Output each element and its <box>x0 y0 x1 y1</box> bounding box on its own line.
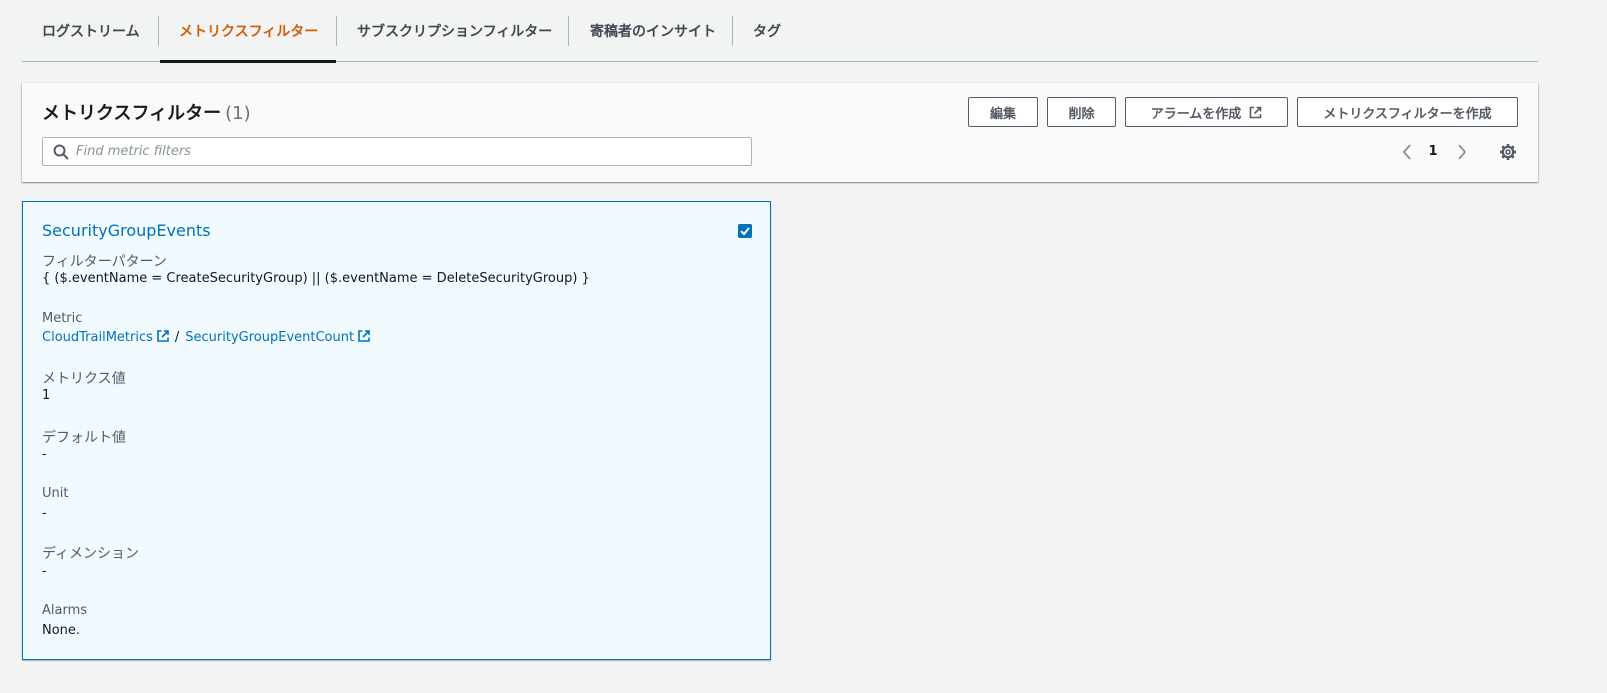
gear-icon[interactable] <box>1498 141 1518 163</box>
metric-filters-header: メトリクスフィルター(1) 編集 削除 アラームを作成 メトリクスフィルターを作… <box>22 82 1538 182</box>
metric-filter-card[interactable]: SecurityGroupEvents フィルターパターン { ($.event… <box>22 201 771 660</box>
alarms-label: Alarms <box>42 603 88 618</box>
chevron-left-icon[interactable] <box>1398 141 1416 163</box>
metric-name-link[interactable]: SecurityGroupEventCount <box>185 330 354 345</box>
checkbox-checked-icon[interactable] <box>738 224 752 238</box>
metric-separator: / <box>174 330 180 345</box>
create-metric-filter-button[interactable]: メトリクスフィルターを作成 <box>1297 97 1518 127</box>
chevron-right-icon[interactable] <box>1453 141 1471 163</box>
tab-log-streams[interactable]: ログストリーム <box>42 0 140 62</box>
tab-subscription-filters[interactable]: サブスクリプションフィルター <box>357 0 552 62</box>
external-link-icon <box>358 330 370 342</box>
page-title-text: メトリクスフィルター <box>42 103 222 124</box>
metric-filter-name[interactable]: SecurityGroupEvents <box>42 221 211 240</box>
default-value-label: デフォルト値 <box>42 430 126 446</box>
dimensions-label: ディメンション <box>42 546 140 562</box>
external-link-icon <box>1250 106 1262 118</box>
filter-count: (1) <box>225 103 251 124</box>
page-title: メトリクスフィルター (1) <box>42 99 251 125</box>
unit-value: - <box>42 506 47 521</box>
tab-divider <box>732 16 733 46</box>
tab-divider <box>568 16 569 46</box>
delete-button[interactable]: 削除 <box>1047 97 1116 127</box>
metric-value-value: 1 <box>42 388 51 403</box>
default-value-value: - <box>42 447 47 462</box>
page: ログストリーム メトリクスフィルター サブスクリプションフィルター 寄稿者のイン… <box>0 0 1607 693</box>
alarms-value: None. <box>42 623 81 638</box>
tab-tags[interactable]: タグ <box>753 0 781 62</box>
dimensions-value: - <box>42 564 47 579</box>
tab-bar: ログストリーム メトリクスフィルター サブスクリプションフィルター 寄稿者のイン… <box>22 0 1538 63</box>
search-input[interactable] <box>76 138 736 165</box>
filter-pattern-label: フィルターパターン <box>42 254 167 270</box>
create-alarm-button[interactable]: アラームを作成 <box>1125 97 1288 127</box>
metric-label: Metric <box>42 311 83 326</box>
search-box <box>42 137 752 166</box>
unit-label: Unit <box>42 486 69 501</box>
edit-button[interactable]: 編集 <box>968 97 1038 127</box>
tab-contributor-insights[interactable]: 寄稿者のインサイト <box>590 0 716 62</box>
tab-metric-filters[interactable]: メトリクスフィルター <box>160 0 336 63</box>
search-icon <box>53 144 69 160</box>
metric-value: CloudTrailMetrics / SecurityGroupEventCou… <box>42 330 370 345</box>
metric-value-label: メトリクス値 <box>42 371 126 387</box>
create-alarm-label: アラームを作成 <box>1150 106 1242 122</box>
filter-pattern-value: { ($.eventName = CreateSecurityGroup) ||… <box>42 271 590 286</box>
tab-divider <box>336 16 337 46</box>
metric-namespace-link[interactable]: CloudTrailMetrics <box>42 330 153 345</box>
current-page-number[interactable]: 1 <box>1423 141 1443 163</box>
tab-divider <box>158 16 159 46</box>
external-link-icon <box>157 330 169 342</box>
